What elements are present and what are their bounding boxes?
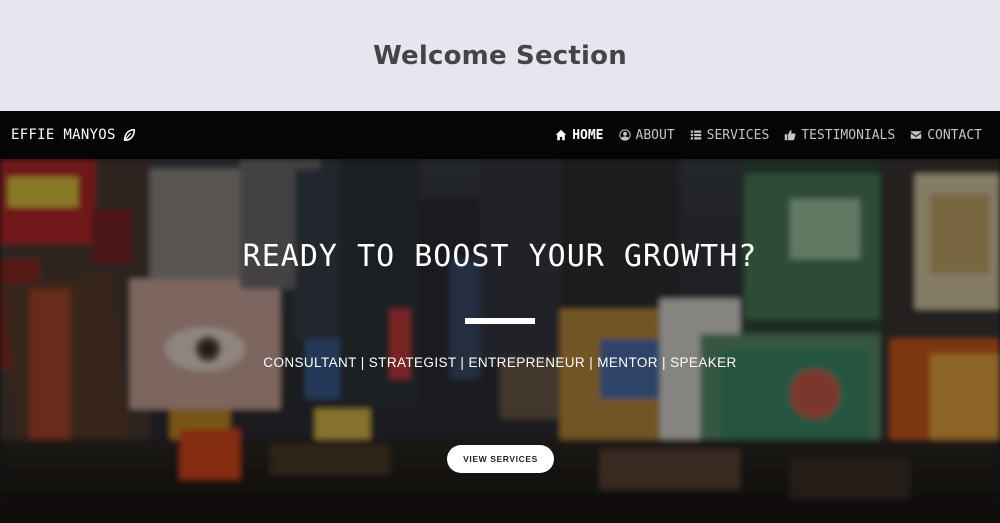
website-preview: EFFIE MANYOS HOME ABOUT SERVICES TESTIMO… [0,111,1000,523]
hero-divider [465,318,535,324]
nav-item-contact[interactable]: CONTACT [910,128,982,143]
section-title: Welcome Section [373,40,627,71]
brand-logo[interactable]: EFFIE MANYOS [11,127,136,143]
hero-title: READY TO BOOST YOUR GROWTH? [242,239,758,274]
nav-item-label: CONTACT [927,127,982,143]
hero-content: READY TO BOOST YOUR GROWTH? CONSULTANT |… [0,159,1000,523]
nav-item-home[interactable]: HOME [555,127,604,143]
leaf-icon [123,128,135,142]
list-icon [690,130,701,140]
nav-item-label: TESTIMONIALS [801,127,896,143]
nav-item-label: HOME [572,127,604,143]
nav-item-label: SERVICES [706,127,770,143]
view-services-button[interactable]: VIEW SERVICES [447,445,554,473]
nav-item-testimonials[interactable]: TESTIMONIALS [784,128,895,143]
navbar: EFFIE MANYOS HOME ABOUT SERVICES TESTIMO… [0,111,1000,159]
home-icon [555,129,567,141]
nav-item-about[interactable]: ABOUT [618,127,675,143]
thumbs-up-icon [785,130,796,141]
brand-name: EFFIE MANYOS [11,127,116,143]
envelope-icon [910,131,922,139]
nav-item-label: ABOUT [635,127,675,143]
user-circle-icon [618,129,631,141]
nav-menu: HOME ABOUT SERVICES TESTIMONIALS CONTACT [555,128,982,143]
hero-subtitle: CONSULTANT | STRATEGIST | ENTREPRENEUR |… [263,355,737,370]
nav-item-services[interactable]: SERVICES [690,127,770,143]
